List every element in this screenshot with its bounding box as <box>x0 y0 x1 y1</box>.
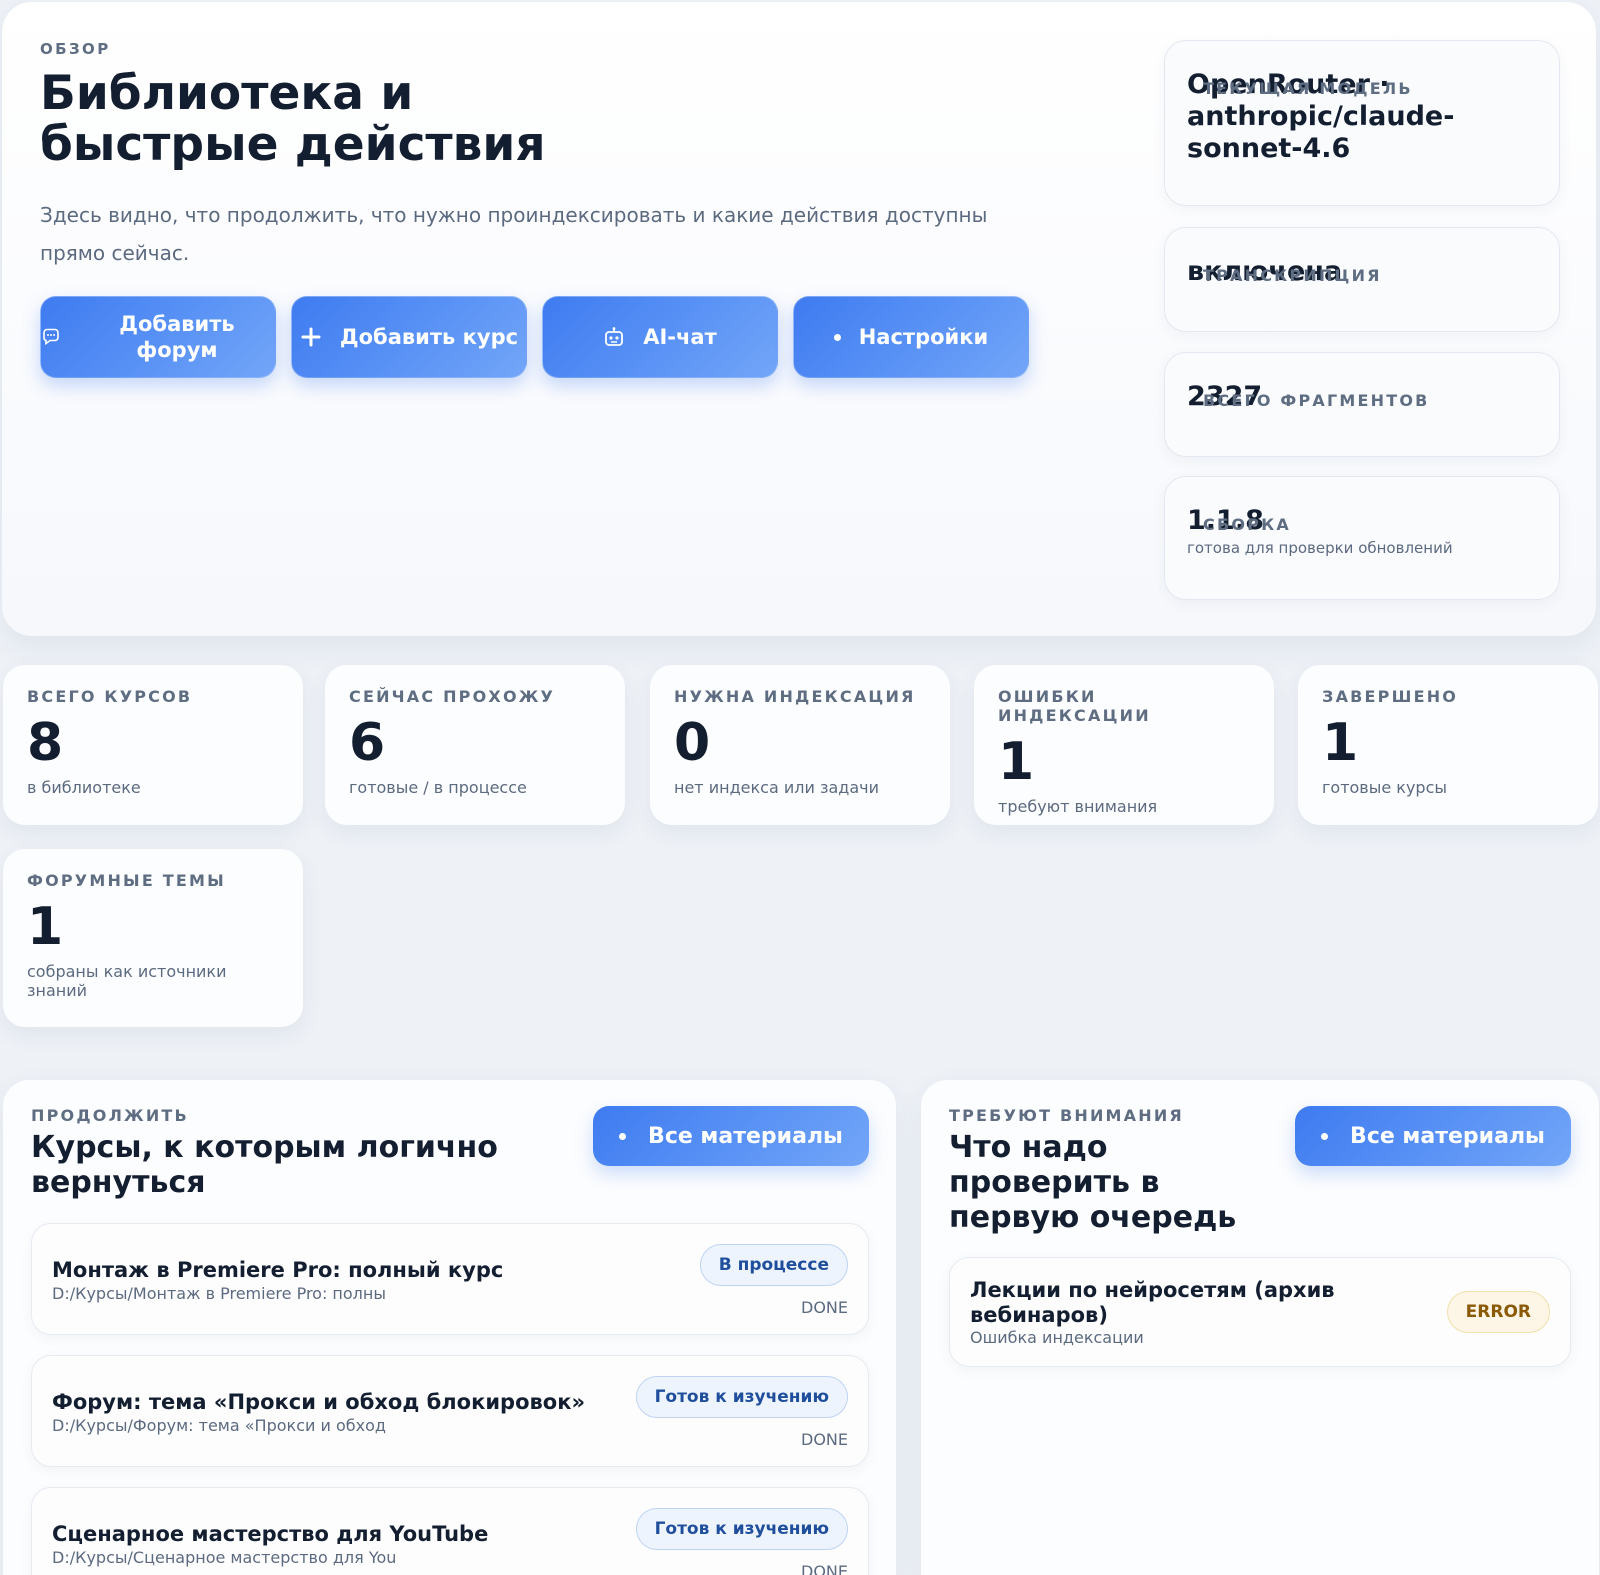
stat-label: ФОРУМНЫЕ ТЕМЫ <box>27 871 226 890</box>
status-badge: Готов к изучению <box>635 1508 848 1550</box>
stat-label: ВСЕГО КУРСОВ <box>27 687 193 706</box>
course-title: Лекции по нейросетям (архив вебинаров) <box>970 1278 1335 1327</box>
quick-actions: Добавить форум Добавить курс AI-чат Наст… <box>40 296 1029 378</box>
list-item[interactable]: Монтаж в Premiere Pro: полный курс D:/Ку… <box>31 1223 869 1335</box>
transcription-label: ТРАНСКРИПЦИЯ <box>1203 266 1382 285</box>
attention-panel: ТРЕБУЮТ ВНИМАНИЯ Что надо проверить в пе… <box>921 1080 1599 1575</box>
stat-caption: нет индекса или задачи <box>674 778 879 797</box>
settings-label: Настройки <box>858 325 989 349</box>
all-materials-button[interactable]: Все материалы <box>1295 1106 1571 1166</box>
stat-index-errors: ОШИБКИ ИНДЕКСАЦИИ 1 требуют внимания <box>974 665 1274 825</box>
course-path: D:/Курсы/Форум: тема «Прокси и обход <box>52 1416 386 1435</box>
dot-icon <box>619 1132 627 1140</box>
all-materials-label: Все материалы <box>1350 1123 1545 1149</box>
list-item[interactable]: Форум: тема «Прокси и обход блокировок» … <box>31 1355 869 1467</box>
error-badge: ERROR <box>1446 1291 1550 1333</box>
continue-panel: ПРОДОЛЖИТЬ Курсы, к которым логично верн… <box>3 1080 896 1575</box>
add-course-button[interactable]: Добавить курс <box>291 296 527 378</box>
stat-value: 6 <box>349 713 386 773</box>
settings-button[interactable]: Настройки <box>793 296 1029 378</box>
dot-icon <box>833 333 841 341</box>
status-badge: В процессе <box>699 1244 848 1286</box>
attention-eyebrow: ТРЕБУЮТ ВНИМАНИЯ <box>949 1106 1184 1125</box>
transcription-card: ТРАНСКРИПЦИЯ включена <box>1164 227 1560 332</box>
stat-completed: ЗАВЕРШЕНО 1 готовые курсы <box>1298 665 1598 825</box>
stat-value: 8 <box>27 713 64 773</box>
stat-caption: собраны как источники знаний <box>27 962 227 1000</box>
chat-bubble-icon <box>41 327 61 347</box>
course-path: D:/Курсы/Сценарное мастерство для You <box>52 1548 397 1567</box>
build-note: готова для проверки обновлений <box>1187 539 1453 557</box>
stat-caption: требуют внимания <box>998 797 1158 816</box>
attention-title: Что надо проверить в первую очередь <box>949 1130 1237 1235</box>
error-caption: Ошибка индексации <box>970 1328 1144 1347</box>
index-state: DONE <box>801 1562 848 1575</box>
ai-chat-button[interactable]: AI-чат <box>542 296 778 378</box>
stat-caption: готовые курсы <box>1322 778 1448 797</box>
index-state: DONE <box>801 1430 848 1449</box>
add-course-label: Добавить курс <box>339 325 519 349</box>
overview-description: Здесь видно, что продолжить, что нужно п… <box>40 203 988 265</box>
page-title: Библиотека и быстрые действия <box>40 66 546 172</box>
stat-needs-indexing: НУЖНА ИНДЕКСАЦИЯ 0 нет индекса или задач… <box>650 665 950 825</box>
course-path: D:/Курсы/Монтаж в Premiere Pro: полны <box>52 1284 386 1303</box>
stat-label: ОШИБКИ ИНДЕКСАЦИИ <box>998 687 1151 725</box>
all-materials-label: Все материалы <box>648 1123 843 1149</box>
list-item[interactable]: Лекции по нейросетям (архив вебинаров) О… <box>949 1257 1571 1367</box>
ai-chat-label: AI-чат <box>643 325 717 349</box>
overview-hero: ОБЗОР Библиотека и быстрые действия Здес… <box>2 2 1596 636</box>
dashboard-page: ОБЗОР Библиотека и быстрые действия Здес… <box>0 0 1600 1575</box>
all-materials-button[interactable]: Все материалы <box>593 1106 869 1166</box>
course-title: Форум: тема «Прокси и обход блокировок» <box>52 1390 586 1414</box>
index-state: DONE <box>801 1298 848 1317</box>
course-title: Сценарное мастерство для YouTube <box>52 1522 489 1546</box>
stat-value: 1 <box>1322 713 1359 773</box>
dot-icon <box>1321 1132 1329 1140</box>
fragments-label: ВСЕГО ФРАГМЕНТОВ <box>1203 391 1430 410</box>
stat-value: 0 <box>674 713 711 773</box>
stat-caption: готовые / в процессе <box>349 778 527 797</box>
continue-eyebrow: ПРОДОЛЖИТЬ <box>31 1106 189 1125</box>
stat-label: НУЖНА ИНДЕКСАЦИЯ <box>674 687 916 706</box>
stat-label: ЗАВЕРШЕНО <box>1322 687 1459 706</box>
status-badge: Готов к изучению <box>635 1376 848 1418</box>
fragments-card: ВСЕГО ФРАГМЕНТОВ 2327 <box>1164 352 1560 457</box>
stat-label: СЕЙЧАС ПРОХОЖУ <box>349 687 556 706</box>
continue-title: Курсы, к которым логично вернуться <box>31 1130 498 1200</box>
build-card: СБОРКА 1.1.8 готова для проверки обновле… <box>1164 476 1560 600</box>
stat-value: 1 <box>998 732 1035 792</box>
stat-caption: в библиотеке <box>27 778 141 797</box>
robot-icon <box>603 326 625 348</box>
list-item[interactable]: Сценарное мастерство для YouTube D:/Курс… <box>31 1487 869 1575</box>
course-title: Монтаж в Premiere Pro: полный курс <box>52 1258 504 1282</box>
stat-in-progress: СЕЙЧАС ПРОХОЖУ 6 готовые / в процессе <box>325 665 625 825</box>
plus-icon <box>300 326 322 348</box>
stat-forum-topics: ФОРУМНЫЕ ТЕМЫ 1 собраны как источники зн… <box>3 849 303 1027</box>
add-forum-label: Добавить форум <box>119 312 235 362</box>
stat-value: 1 <box>27 897 64 957</box>
build-label: СБОРКА <box>1203 515 1291 534</box>
add-forum-button[interactable]: Добавить форум <box>40 296 276 378</box>
stat-total-courses: ВСЕГО КУРСОВ 8 в библиотеке <box>3 665 303 825</box>
current-model-card: ТЕКУЩАЯ МОДЕЛЬ OpenRouter · anthropic/cl… <box>1164 40 1560 206</box>
current-model-label: ТЕКУЩАЯ МОДЕЛЬ <box>1203 79 1413 98</box>
overview-eyebrow: ОБЗОР <box>40 40 111 58</box>
